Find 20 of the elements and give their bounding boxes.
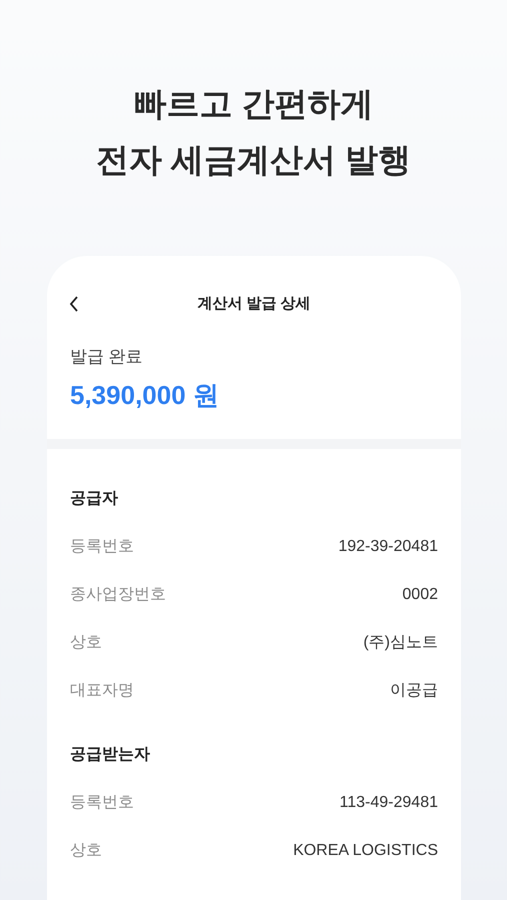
- headline-line: 빠르고 간편하게: [133, 84, 374, 124]
- field-label: 상호: [70, 632, 102, 652]
- field-label: 종사업장번호: [70, 584, 166, 604]
- field-value: 192-39-20481: [338, 536, 438, 556]
- headline-line: 전자 세금계산서 발행: [96, 140, 412, 180]
- back-icon[interactable]: [69, 296, 79, 312]
- field-value: (주)심노트: [363, 632, 438, 652]
- section-heading: 공급자: [70, 488, 118, 508]
- field-value: KOREA LOGISTICS: [293, 840, 438, 860]
- field-label: 상호: [70, 840, 102, 860]
- field-label: 등록번호: [70, 792, 134, 812]
- field-label: 등록번호: [70, 536, 134, 556]
- field-value: 이공급: [390, 680, 438, 700]
- field-value: 113-49-29481: [340, 792, 438, 812]
- amount-text: 5,390,000 원: [70, 378, 219, 412]
- section-heading: 공급받는자: [70, 744, 150, 764]
- field-label: 대표자명: [70, 680, 134, 700]
- status-label: 발급 완료: [70, 346, 143, 368]
- screen-title: 계산서 발급 상세: [197, 294, 311, 314]
- field-value: 0002: [402, 584, 438, 604]
